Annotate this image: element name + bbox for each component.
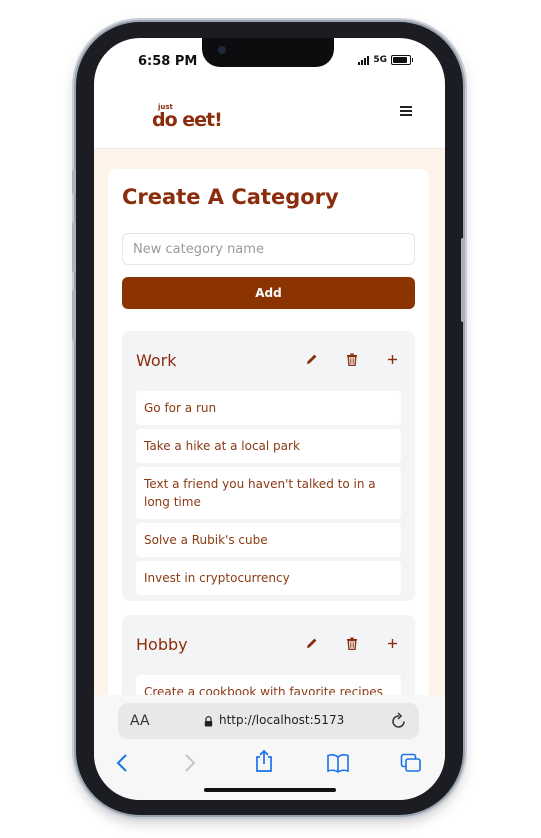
task-list: Create a cookbook with favorite recipes <box>136 675 401 695</box>
add-category-button[interactable]: Add <box>122 277 415 309</box>
browser-nav <box>94 749 445 779</box>
status-time: 6:58 PM <box>138 54 198 69</box>
task-list: Go for a run Take a hike at a local park… <box>136 391 401 599</box>
task-item[interactable]: Take a hike at a local park <box>136 429 401 463</box>
category-name: Work <box>136 351 177 370</box>
trash-icon[interactable] <box>345 635 359 651</box>
text-size-button[interactable]: AA <box>130 713 150 729</box>
category-card-work: Work Go for a run Take a hike at a local… <box>122 331 415 601</box>
back-icon[interactable] <box>116 753 128 773</box>
create-category-card: Create A Category Add Work Go <box>108 169 429 695</box>
pencil-icon[interactable] <box>305 635 319 651</box>
browser-toolbar: AA http://localhost:5173 <box>94 695 445 800</box>
phone-screen: 6:58 PM 5G just do eet! Create A Categor… <box>94 38 445 800</box>
task-item[interactable]: Create a cookbook with favorite recipes <box>136 675 401 695</box>
app-header: just do eet! <box>94 86 445 149</box>
app-logo[interactable]: just do eet! <box>152 104 223 131</box>
volume-up-button <box>72 222 76 272</box>
category-name-input[interactable] <box>122 233 415 265</box>
category-actions <box>305 351 399 367</box>
tabs-icon[interactable] <box>400 753 422 773</box>
network-type: 5G <box>373 55 387 65</box>
category-card-hobby: Hobby Create a cookbook with favorite re… <box>122 615 415 695</box>
forward-icon[interactable] <box>184 753 196 773</box>
status-indicators: 5G <box>358 55 413 65</box>
logo-text: do eet! <box>152 109 223 131</box>
battery-icon <box>391 55 413 65</box>
status-bar: 6:58 PM 5G <box>94 38 445 86</box>
address-bar[interactable]: AA http://localhost:5173 <box>118 703 419 739</box>
camera-icon <box>218 46 226 54</box>
trash-icon[interactable] <box>345 351 359 367</box>
bookmarks-icon[interactable] <box>326 753 350 773</box>
lock-icon <box>204 716 213 727</box>
notch <box>202 38 334 67</box>
power-button <box>461 238 465 322</box>
pencil-icon[interactable] <box>305 351 319 367</box>
share-icon[interactable] <box>254 749 274 773</box>
category-name: Hobby <box>136 635 188 654</box>
task-item[interactable]: Solve a Rubik's cube <box>136 523 401 557</box>
task-item[interactable]: Invest in cryptocurrency <box>136 561 401 595</box>
plus-icon[interactable] <box>385 351 399 367</box>
task-item[interactable]: Go for a run <box>136 391 401 425</box>
plus-icon[interactable] <box>385 635 399 651</box>
category-actions <box>305 635 399 651</box>
volume-down-button <box>72 290 76 340</box>
main-content: Create A Category Add Work Go <box>94 149 445 695</box>
home-indicator <box>204 788 336 792</box>
hamburger-menu-icon[interactable] <box>400 106 412 116</box>
mute-switch <box>72 170 76 194</box>
url-text: http://localhost:5173 <box>219 713 345 727</box>
signal-icon <box>358 55 370 65</box>
page-title: Create A Category <box>122 185 339 209</box>
reload-icon[interactable] <box>391 712 407 729</box>
task-item[interactable]: Text a friend you haven't talked to in a… <box>136 467 401 519</box>
